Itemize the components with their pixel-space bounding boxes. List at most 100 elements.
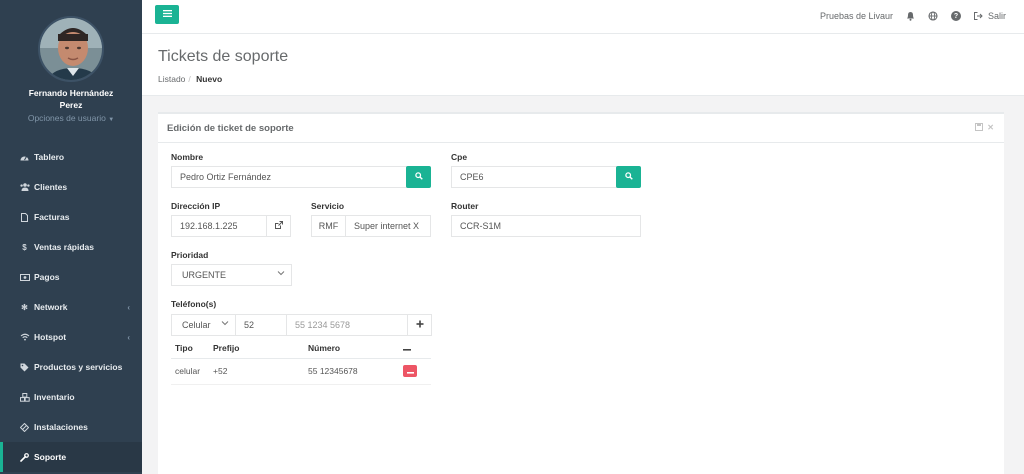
chevron-down-icon: [277, 269, 285, 278]
hamburger-icon: [162, 9, 172, 20]
bell-icon[interactable]: [906, 11, 915, 21]
sidebar-item-ventas-rapidas[interactable]: $ Ventas rápidas: [0, 232, 142, 262]
column-header-numero: Número: [304, 338, 399, 359]
sidebar-item-facturas[interactable]: Facturas: [0, 202, 142, 232]
wifi-icon: [19, 333, 30, 341]
sidebar-item-pagos[interactable]: Pagos: [0, 262, 142, 292]
cell-prefijo: +52: [209, 358, 304, 385]
chevron-down-icon: [221, 319, 229, 328]
search-icon: [414, 172, 423, 182]
servicio-label: Servicio: [311, 201, 345, 211]
page-heading: Tickets de soporte Listado / Nuevo: [142, 34, 1024, 96]
sidebar-item-label: Hotspot: [34, 332, 67, 342]
tags-icon: [19, 363, 30, 372]
dashboard-icon: [19, 153, 30, 161]
sidebar-item-label: Pagos: [34, 272, 60, 282]
prioridad-label: Prioridad: [171, 250, 209, 260]
sidebar: Fernando Hernández Perez Opciones de usu…: [0, 0, 142, 474]
external-link-icon: [274, 221, 283, 231]
sidebar-item-instalaciones[interactable]: Instalaciones: [0, 412, 142, 442]
money-icon: [19, 273, 30, 281]
cell-remove: [399, 358, 431, 385]
phones-table: Tipo Prefijo Número celular +52 55 12345…: [171, 338, 431, 385]
sidebar-item-productos[interactable]: Productos y servicios: [0, 352, 142, 382]
sidebar-item-label: Network: [34, 302, 68, 312]
minus-icon: [406, 366, 414, 376]
network-icon: ✻: [21, 302, 28, 312]
breadcrumb-separator: /: [188, 74, 191, 84]
nombre-search-button[interactable]: [406, 166, 431, 188]
sidebar-item-network[interactable]: ✻ Network ‹: [0, 292, 142, 322]
add-phone-button[interactable]: [407, 314, 432, 336]
close-icon[interactable]: ✕: [987, 123, 994, 133]
column-header-prefijo: Prefijo: [209, 338, 304, 359]
sidebar-item-label: Soporte: [34, 452, 67, 462]
cpe-input[interactable]: CPE6: [451, 166, 617, 188]
help-icon[interactable]: ?: [950, 11, 961, 21]
file-icon: [19, 212, 30, 222]
sidebar-item-soporte[interactable]: Soporte: [0, 442, 142, 472]
caret-down-icon: ▼: [108, 117, 115, 123]
user-options-label: Opciones de usuario: [27, 113, 106, 123]
user-options-dropdown[interactable]: Opciones de usuario ▼: [0, 113, 142, 123]
search-icon: [624, 172, 633, 182]
logout-link[interactable]: Salir: [973, 11, 1006, 21]
router-label: Router: [451, 201, 479, 211]
open-ip-button[interactable]: [266, 215, 291, 237]
sidebar-item-label: Instalaciones: [34, 422, 88, 432]
user-name: Fernando Hernández Perez: [28, 88, 114, 110]
column-header-tipo: Tipo: [171, 338, 209, 359]
phone-type-select[interactable]: Celular: [171, 314, 236, 336]
ip-label: Dirección IP: [171, 201, 221, 211]
nombre-input[interactable]: Pedro Ortiz Fernández: [171, 166, 407, 188]
panel-tools: ✕: [975, 123, 994, 133]
top-navbar: Pruebas de Livaur ? Salir: [142, 0, 1024, 34]
panel-title: Edición de ticket de soporte ✕: [158, 114, 1004, 143]
sidebar-item-clientes[interactable]: Clientes: [0, 172, 142, 202]
plus-icon: [416, 320, 424, 330]
phone-type-value: Celular: [182, 320, 211, 330]
router-input[interactable]: CCR-S1M: [451, 215, 641, 237]
sidebar-item-label: Inventario: [34, 392, 75, 402]
breadcrumb: Listado / Nuevo: [158, 74, 1024, 84]
cell-numero: 55 12345678: [304, 358, 399, 385]
menu-toggle-button[interactable]: [155, 5, 179, 24]
company-name[interactable]: Pruebas de Livaur: [820, 11, 893, 21]
cpe-label: Cpe: [451, 152, 468, 162]
phone-prefix-input[interactable]: 52: [235, 314, 287, 336]
sidebar-item-hotspot[interactable]: Hotspot ‹: [0, 322, 142, 352]
sidebar-item-label: Productos y servicios: [34, 362, 123, 372]
table-header-row: Tipo Prefijo Número: [171, 338, 431, 359]
phone-number-input[interactable]: 55 1234 5678: [286, 314, 408, 336]
sidebar-nav: Tablero Clientes Facturas $ Ventas rápid…: [0, 142, 142, 472]
sidebar-item-inventario[interactable]: Inventario: [0, 382, 142, 412]
sign-out-icon: [973, 12, 983, 20]
dollar-icon: $: [22, 242, 27, 252]
save-icon[interactable]: [975, 123, 984, 133]
chevron-left-icon: ‹: [127, 302, 130, 312]
globe-icon[interactable]: [928, 11, 938, 21]
sidebar-item-label: Ventas rápidas: [34, 242, 95, 252]
breadcrumb-current: Nuevo: [196, 74, 223, 84]
ip-input[interactable]: 192.168.1.225: [171, 215, 267, 237]
user-profile: Fernando Hernández Perez Opciones de usu…: [0, 0, 142, 142]
prioridad-select[interactable]: URGENTE: [171, 264, 292, 286]
avatar[interactable]: [38, 16, 104, 82]
table-row: celular +52 55 12345678: [171, 358, 431, 385]
breadcrumb-listado[interactable]: Listado: [158, 74, 185, 84]
remove-phone-button[interactable]: [403, 365, 417, 377]
sidebar-item-label: Tablero: [34, 152, 65, 162]
cell-tipo: celular: [171, 358, 209, 385]
chevron-left-icon: ‹: [127, 332, 130, 342]
top-right-menu: Pruebas de Livaur ? Salir: [807, 0, 1006, 32]
panel-title-text: Edición de ticket de soporte: [167, 122, 294, 134]
servicio-input[interactable]: Super internet X: [345, 215, 431, 237]
cpe-search-button[interactable]: [616, 166, 641, 188]
sidebar-item-tablero[interactable]: Tablero: [0, 142, 142, 172]
sidebar-item-label: Facturas: [34, 212, 70, 222]
nombre-label: Nombre: [171, 152, 204, 162]
column-header-remove: [399, 338, 431, 359]
cubes-icon: [19, 392, 30, 402]
wrench-icon: [19, 452, 30, 462]
tools-icon: [19, 422, 30, 432]
